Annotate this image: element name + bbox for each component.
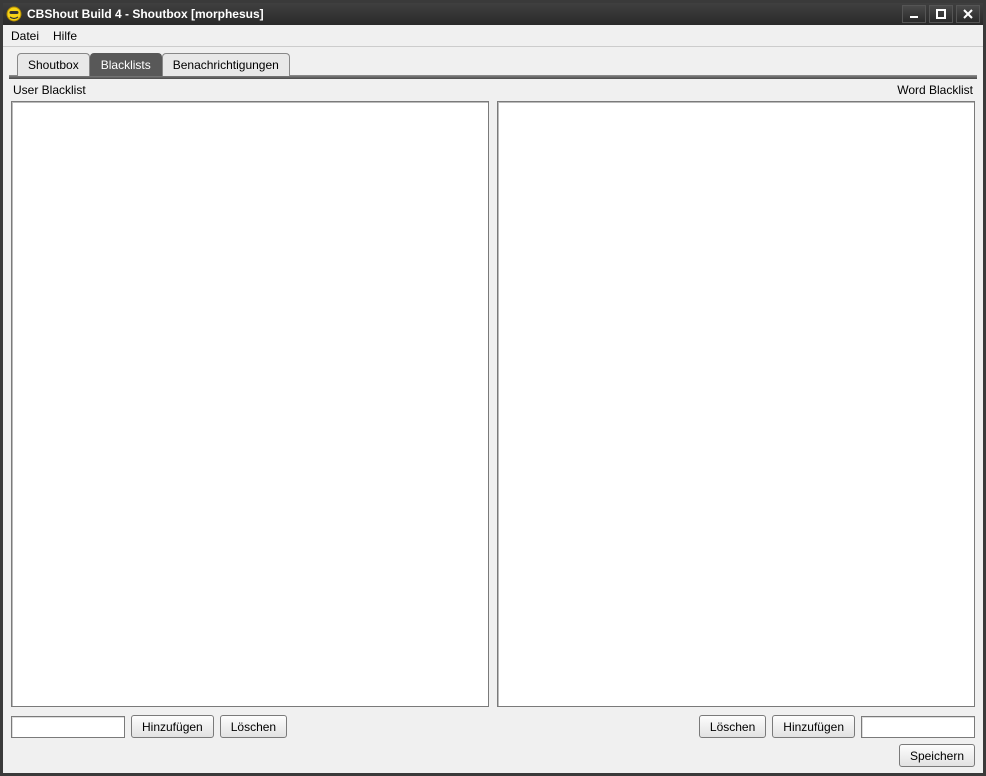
- menu-help[interactable]: Hilfe: [53, 29, 77, 43]
- tab-notifications[interactable]: Benachrichtigungen: [162, 53, 290, 76]
- controls-row: Hinzufügen Löschen Löschen Hinzufügen: [9, 707, 977, 738]
- list-labels: User Blacklist Word Blacklist: [9, 81, 977, 101]
- user-add-button[interactable]: Hinzufügen: [131, 715, 214, 738]
- window-controls: [902, 5, 980, 23]
- close-button[interactable]: [956, 5, 980, 23]
- user-input[interactable]: [11, 716, 125, 738]
- user-blacklist-label: User Blacklist: [13, 83, 86, 97]
- minimize-button[interactable]: [902, 5, 926, 23]
- word-delete-button[interactable]: Löschen: [699, 715, 766, 738]
- user-delete-button[interactable]: Löschen: [220, 715, 287, 738]
- content-area: Shoutbox Blacklists Benachrichtigungen U…: [3, 47, 983, 773]
- window-title: CBShout Build 4 - Shoutbox [morphesus]: [27, 7, 902, 21]
- maximize-button[interactable]: [929, 5, 953, 23]
- word-controls: Löschen Hinzufügen: [699, 715, 975, 738]
- app-window: CBShout Build 4 - Shoutbox [morphesus] D…: [0, 0, 986, 776]
- tab-strip: Shoutbox Blacklists Benachrichtigungen: [17, 53, 977, 76]
- word-blacklist-label: Word Blacklist: [897, 83, 973, 97]
- word-input[interactable]: [861, 716, 975, 738]
- save-row: Speichern: [9, 738, 977, 767]
- menu-file[interactable]: Datei: [11, 29, 39, 43]
- tab-blacklists[interactable]: Blacklists: [90, 53, 162, 76]
- user-controls: Hinzufügen Löschen: [11, 715, 287, 738]
- tab-shoutbox[interactable]: Shoutbox: [17, 53, 90, 76]
- word-add-button[interactable]: Hinzufügen: [772, 715, 855, 738]
- app-icon: [6, 6, 22, 22]
- menubar: Datei Hilfe: [3, 25, 983, 47]
- save-button[interactable]: Speichern: [899, 744, 975, 767]
- lists-row: [9, 101, 977, 707]
- user-blacklist-listbox[interactable]: [11, 101, 489, 707]
- word-blacklist-listbox[interactable]: [497, 101, 975, 707]
- blacklists-panel: User Blacklist Word Blacklist Hinzufügen…: [9, 79, 977, 767]
- titlebar: CBShout Build 4 - Shoutbox [morphesus]: [3, 3, 983, 25]
